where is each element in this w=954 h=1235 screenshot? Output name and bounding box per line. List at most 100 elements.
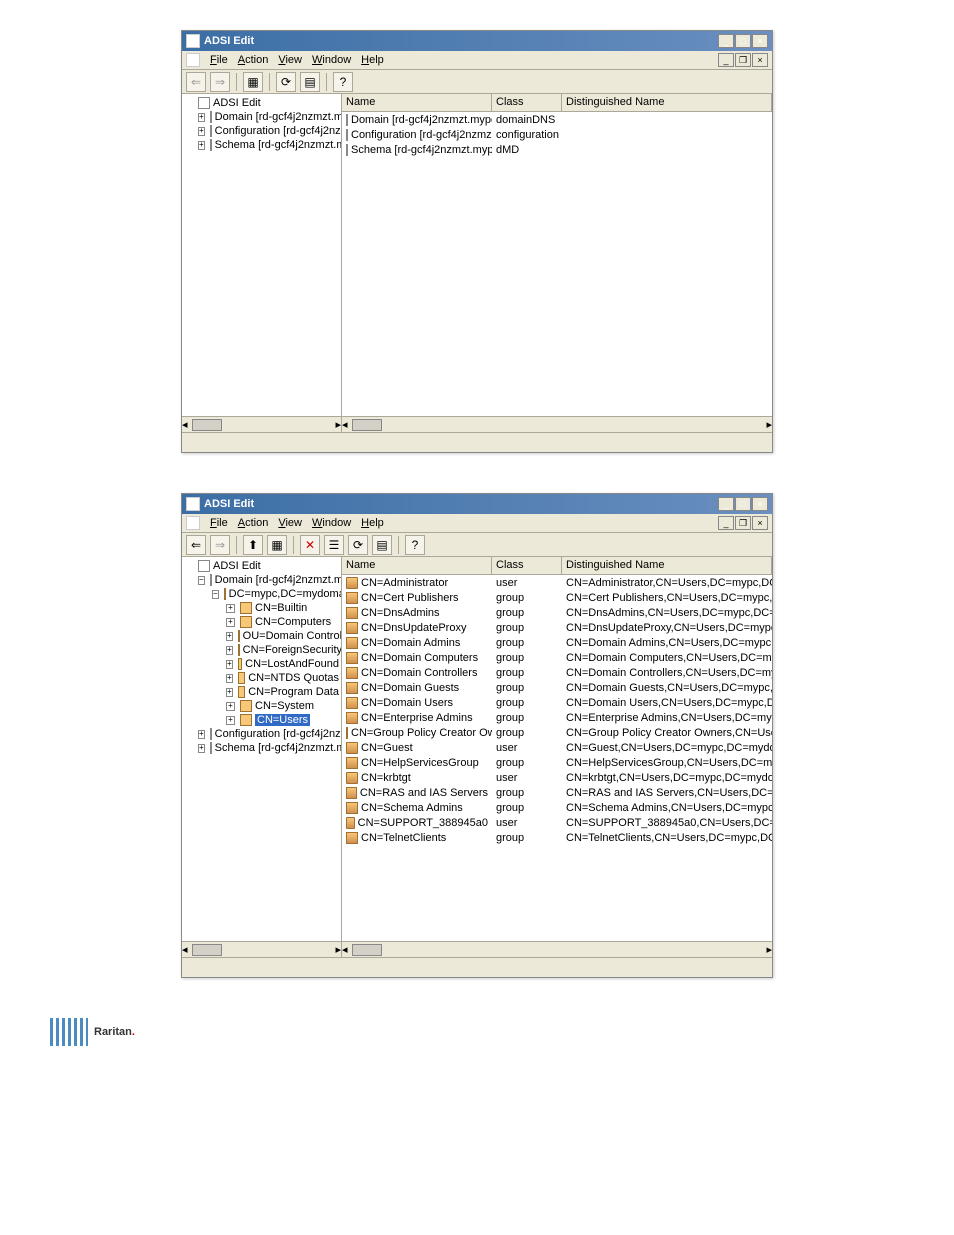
menu-window[interactable]: Window — [312, 54, 351, 66]
tree-container[interactable]: CN=Users — [255, 714, 310, 726]
tree-container[interactable]: CN=Builtin — [255, 602, 307, 614]
tree-root[interactable]: ADSI Edit — [213, 560, 261, 572]
tree-container[interactable]: CN=ForeignSecurityPrinci — [243, 644, 342, 656]
child-close-button[interactable]: × — [752, 53, 768, 67]
list-row[interactable]: CN=Schema AdminsgroupCN=Schema Admins,CN… — [342, 800, 772, 815]
child-minimize-button[interactable]: _ — [718, 53, 734, 67]
tree-pane[interactable]: ADSI Edit − Domain [rd-gcf4j2nzmzt.mypc.m… — [182, 557, 342, 957]
col-dn[interactable]: Distinguished Name — [562, 94, 772, 111]
menu-file[interactable]: File — [210, 517, 228, 529]
list-row[interactable]: CN=RAS and IAS ServersgroupCN=RAS and IA… — [342, 785, 772, 800]
minimize-button[interactable]: _ — [718, 34, 734, 48]
list-row[interactable]: Schema [rd-gcf4j2nzmzt.myp...dMD — [342, 142, 772, 157]
properties-button[interactable]: ▦ — [243, 72, 263, 92]
expander-icon[interactable]: + — [226, 716, 235, 725]
tree-domain[interactable]: Domain [rd-gcf4j2nzmzt.mypc.my — [215, 111, 342, 123]
menu-file[interactable]: File — [210, 54, 228, 66]
child-close-button[interactable]: × — [752, 516, 768, 530]
menu-action[interactable]: Action — [238, 517, 269, 529]
expander-icon[interactable]: + — [198, 127, 205, 136]
help-button[interactable]: ? — [333, 72, 353, 92]
expander-icon[interactable]: − — [212, 590, 219, 599]
refresh-button[interactable]: ⟳ — [348, 535, 368, 555]
menu-view[interactable]: View — [278, 54, 302, 66]
expander-icon[interactable]: + — [226, 604, 235, 613]
tree-config[interactable]: Configuration [rd-gcf4j2nzmzt.my — [215, 125, 342, 137]
props2-button[interactable]: ☰ — [324, 535, 344, 555]
list-row[interactable]: CN=Domain UsersgroupCN=Domain Users,CN=U… — [342, 695, 772, 710]
list-hscroll[interactable]: ◂▸ — [342, 416, 772, 432]
child-restore-button[interactable]: ❐ — [735, 53, 751, 67]
tree-hscroll[interactable]: ◂▸ — [182, 941, 341, 957]
expander-icon[interactable]: + — [198, 113, 205, 122]
forward-button[interactable]: ⇒ — [210, 535, 230, 555]
list-row[interactable]: CN=krbtgtuserCN=krbtgt,CN=Users,DC=mypc,… — [342, 770, 772, 785]
tree-container[interactable]: CN=LostAndFound — [245, 658, 339, 670]
list-row[interactable]: CN=HelpServicesGroupgroupCN=HelpServices… — [342, 755, 772, 770]
list-row[interactable]: CN=Cert PublishersgroupCN=Cert Publisher… — [342, 590, 772, 605]
minimize-button[interactable]: _ — [718, 497, 734, 511]
list-row[interactable]: CN=SUPPORT_388945a0userCN=SUPPORT_388945… — [342, 815, 772, 830]
list-row[interactable]: CN=GuestuserCN=Guest,CN=Users,DC=mypc,DC… — [342, 740, 772, 755]
col-dn[interactable]: Distinguished Name — [562, 557, 772, 574]
close-button[interactable]: × — [752, 34, 768, 48]
expander-icon[interactable]: + — [198, 730, 205, 739]
back-button[interactable]: ⇐ — [186, 72, 206, 92]
expander-icon[interactable]: + — [198, 141, 205, 150]
list-row[interactable]: CN=Domain ComputersgroupCN=Domain Comput… — [342, 650, 772, 665]
list-row[interactable]: CN=Domain ControllersgroupCN=Domain Cont… — [342, 665, 772, 680]
list-row[interactable]: CN=AdministratoruserCN=Administrator,CN=… — [342, 575, 772, 590]
expander-icon[interactable]: + — [198, 744, 205, 753]
maximize-button[interactable]: □ — [735, 34, 751, 48]
tree-root[interactable]: ADSI Edit — [213, 97, 261, 109]
list-row[interactable]: CN=DnsUpdateProxygroupCN=DnsUpdateProxy,… — [342, 620, 772, 635]
titlebar[interactable]: ADSI Edit _ □ × — [182, 31, 772, 51]
tree-config[interactable]: Configuration [rd-gcf4j2nzmzt.m — [215, 728, 342, 740]
col-class[interactable]: Class — [492, 94, 562, 111]
maximize-button[interactable]: □ — [735, 497, 751, 511]
list-row[interactable]: CN=Group Policy Creator Ow...groupCN=Gro… — [342, 725, 772, 740]
list-row[interactable]: CN=TelnetClientsgroupCN=TelnetClients,CN… — [342, 830, 772, 845]
tree-container[interactable]: OU=Domain Controllers — [243, 630, 342, 642]
titlebar[interactable]: ADSI Edit _ □ × — [182, 494, 772, 514]
child-restore-button[interactable]: ❐ — [735, 516, 751, 530]
tree-container[interactable]: CN=Computers — [255, 616, 331, 628]
list-row[interactable]: Configuration [rd-gcf4j2nzmz...configura… — [342, 127, 772, 142]
expander-icon[interactable]: + — [226, 674, 233, 683]
properties-button[interactable]: ▦ — [267, 535, 287, 555]
expander-icon[interactable]: − — [198, 576, 205, 585]
forward-button[interactable]: ⇒ — [210, 72, 230, 92]
refresh-button[interactable]: ⟳ — [276, 72, 296, 92]
menu-help[interactable]: Help — [361, 54, 384, 66]
close-button[interactable]: × — [752, 497, 768, 511]
col-class[interactable]: Class — [492, 557, 562, 574]
expander-icon[interactable]: + — [226, 660, 233, 669]
col-name[interactable]: Name — [342, 94, 492, 111]
menu-view[interactable]: View — [278, 517, 302, 529]
child-minimize-button[interactable]: _ — [718, 516, 734, 530]
expander-icon[interactable]: + — [226, 646, 233, 655]
tree-schema[interactable]: Schema [rd-gcf4j2nzmzt.mypc.my — [215, 139, 342, 151]
tree-container[interactable]: CN=Program Data — [248, 686, 339, 698]
expander-icon[interactable]: + — [226, 702, 235, 711]
delete-button[interactable]: ✕ — [300, 535, 320, 555]
tree-hscroll[interactable]: ◂▸ — [182, 416, 341, 432]
menu-window[interactable]: Window — [312, 517, 351, 529]
help-button[interactable]: ? — [405, 535, 425, 555]
menu-action[interactable]: Action — [238, 54, 269, 66]
list-pane[interactable]: Name Class Distinguished Name Domain [rd… — [342, 94, 772, 432]
export-button[interactable]: ▤ — [300, 72, 320, 92]
tree-pane[interactable]: ADSI Edit + Domain [rd-gcf4j2nzmzt.mypc.m… — [182, 94, 342, 432]
list-pane[interactable]: Name Class Distinguished Name CN=Adminis… — [342, 557, 772, 957]
tree-dc[interactable]: DC=mypc,DC=mydomain,DC — [229, 588, 342, 600]
col-name[interactable]: Name — [342, 557, 492, 574]
expander-icon[interactable]: + — [226, 618, 235, 627]
list-row[interactable]: CN=Enterprise AdminsgroupCN=Enterprise A… — [342, 710, 772, 725]
tree-domain[interactable]: Domain [rd-gcf4j2nzmzt.mypc.my — [215, 574, 342, 586]
back-button[interactable]: ⇐ — [186, 535, 206, 555]
list-row[interactable]: CN=DnsAdminsgroupCN=DnsAdmins,CN=Users,D… — [342, 605, 772, 620]
expander-icon[interactable]: + — [226, 688, 233, 697]
tree-container[interactable]: CN=NTDS Quotas — [248, 672, 339, 684]
list-row[interactable]: Domain [rd-gcf4j2nzmzt.mypc...domainDNS — [342, 112, 772, 127]
list-row[interactable]: CN=Domain GuestsgroupCN=Domain Guests,CN… — [342, 680, 772, 695]
